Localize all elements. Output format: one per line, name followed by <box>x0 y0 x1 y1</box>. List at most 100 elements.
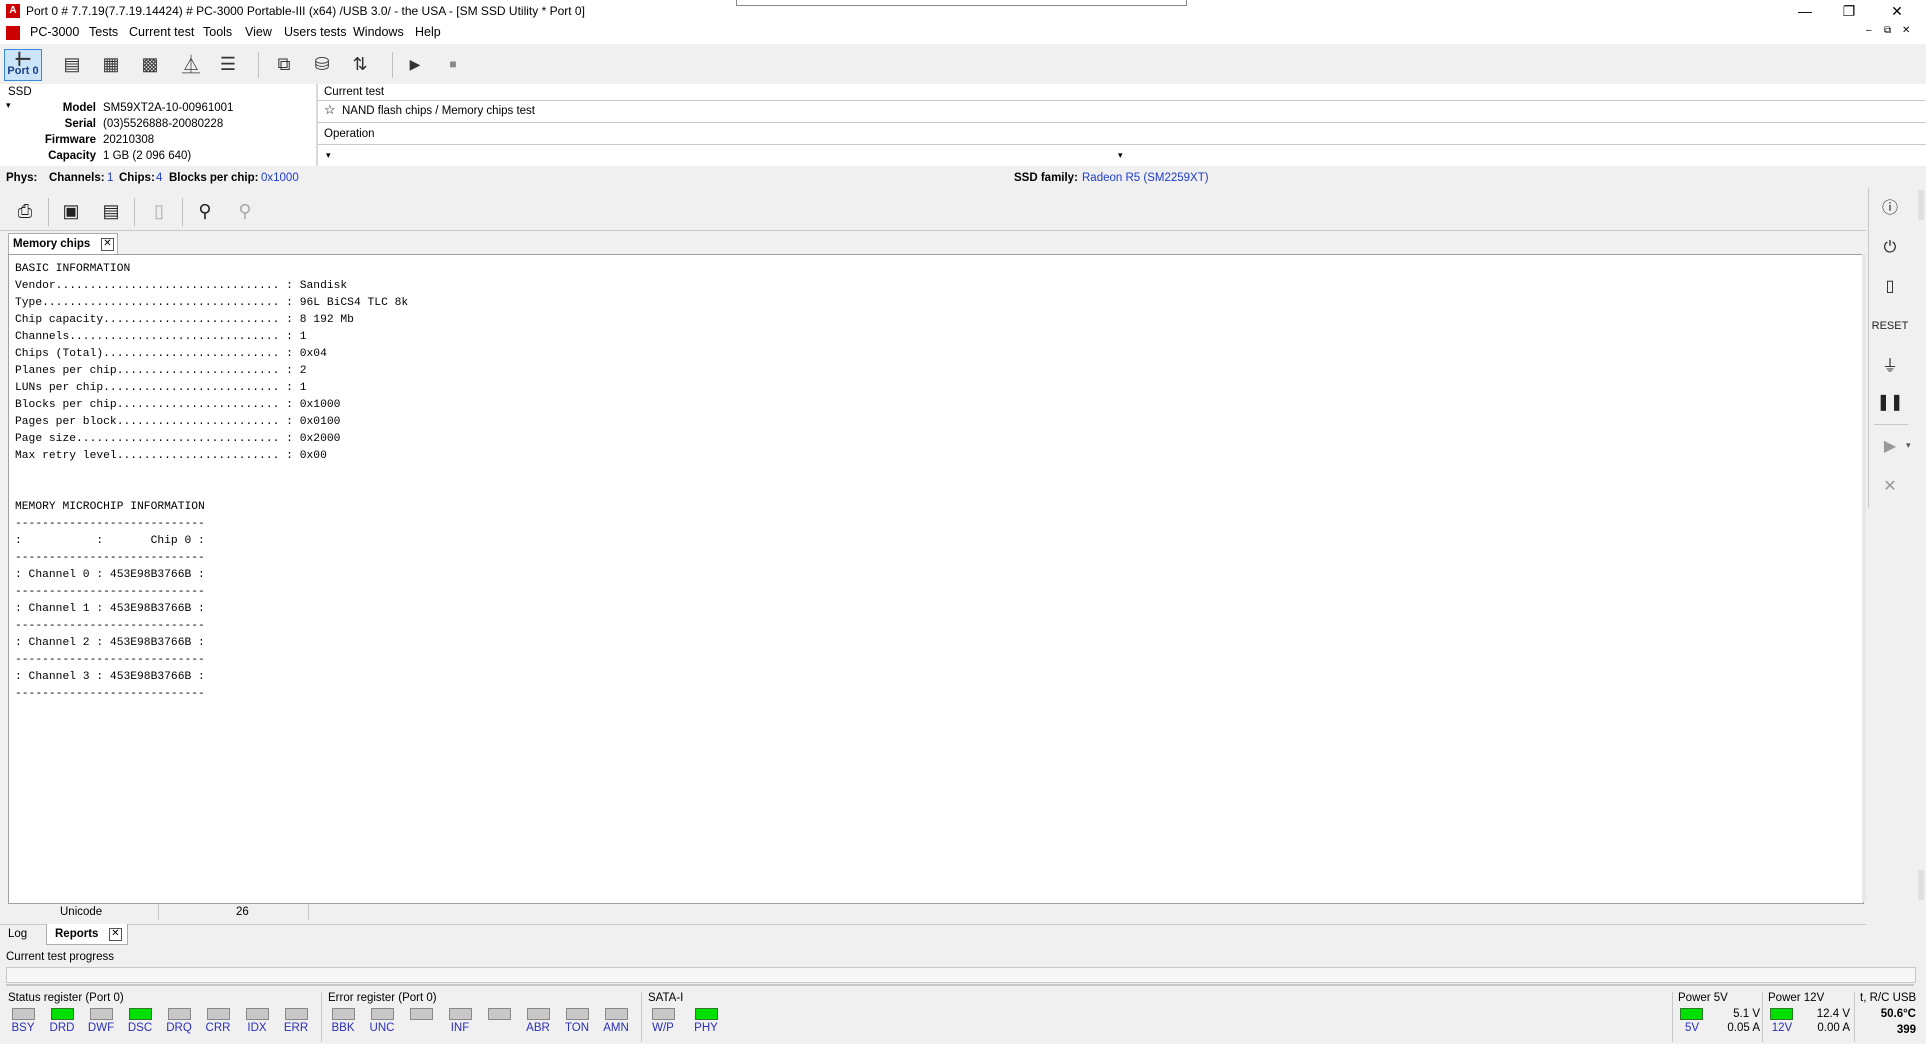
mdi-close-button[interactable]: ✕ <box>1902 25 1910 36</box>
favorite-star-icon[interactable]: ☆ <box>324 102 336 118</box>
mdi-restore-button[interactable]: ⧉ <box>1884 25 1891 36</box>
sort-icon[interactable]: ⇅ <box>344 49 376 79</box>
editor-status-bar: Unicode 26 <box>8 904 1866 922</box>
current-test-label: Current test <box>324 86 385 98</box>
chip-icon[interactable]: ▦ <box>95 49 127 79</box>
clipboard-icon[interactable]: ▯ <box>144 196 174 226</box>
chips-icon[interactable]: ▩ <box>134 49 166 79</box>
power5-led <box>1680 1008 1703 1020</box>
blocks-value: 0x1000 <box>261 172 299 184</box>
save-all-icon[interactable]: ▤ <box>96 196 126 226</box>
app-icon[interactable]: A <box>6 4 20 18</box>
error-register-led-label: INF <box>450 1022 470 1034</box>
power12-voltage: 12.4 V <box>1816 1008 1850 1020</box>
save-icon[interactable]: ▣ <box>56 196 86 226</box>
tab-log[interactable]: Log <box>8 928 27 940</box>
status-register-led <box>207 1008 230 1020</box>
mdi-minimize-button[interactable]: – <box>1866 25 1872 36</box>
sata-title: SATA-I <box>648 992 684 1004</box>
scrollbar-thumb[interactable] <box>1918 190 1924 220</box>
bottom-tabs: Log Reports ✕ <box>0 924 1866 946</box>
chip-run-icon[interactable]: ▶ <box>1876 432 1904 460</box>
status-register-led <box>285 1008 308 1020</box>
status-register-led-label: DWF <box>87 1022 115 1034</box>
drive-info-icon[interactable]: ▤ <box>56 49 88 79</box>
divider <box>0 924 1866 925</box>
error-register-led <box>488 1008 511 1020</box>
divider <box>1854 992 1855 1042</box>
status-register-led-label: IDX <box>247 1022 267 1034</box>
minimize-button[interactable]: — <box>1782 0 1828 22</box>
operation-dropdown-arrow[interactable]: ▾ <box>1118 150 1123 161</box>
report-text: BASIC INFORMATION Vendor................… <box>15 263 409 700</box>
scrollbar-thumb[interactable] <box>1918 870 1924 900</box>
firmware-label: Firmware <box>44 134 96 146</box>
mdi-app-icon[interactable] <box>6 26 20 40</box>
error-register-title: Error register (Port 0) <box>328 992 437 1004</box>
find-next-icon[interactable]: ⚲ <box>230 196 260 226</box>
menu-tools[interactable]: Tools <box>203 25 232 39</box>
serial-value: (03)5526888-20080228 <box>103 118 224 130</box>
reset-icon[interactable]: RESET <box>1872 312 1909 340</box>
error-register-led <box>605 1008 628 1020</box>
ssd-family-value[interactable]: Radeon R5 (SM2259XT) <box>1082 172 1209 184</box>
error-register-led <box>410 1008 433 1020</box>
device-icon[interactable]: ▯ <box>1876 272 1904 300</box>
play-icon[interactable]: ▶ <box>399 49 431 79</box>
restore-button[interactable]: ❐ <box>1826 0 1872 22</box>
power-toggle-icon[interactable]: ⏻ <box>1876 234 1904 262</box>
close-button[interactable]: ✕ <box>1874 0 1920 22</box>
status-register-led <box>246 1008 269 1020</box>
menu-help[interactable]: Help <box>415 25 441 39</box>
divider <box>318 144 1926 145</box>
divider <box>1672 992 1673 1042</box>
port-button[interactable]: ╋━ Port 0 <box>4 49 42 81</box>
scale-icon[interactable]: ⏅ <box>175 49 207 79</box>
menu-pc3000[interactable]: PC-3000 <box>30 25 79 39</box>
tab-label: Reports <box>55 928 99 940</box>
menu-windows[interactable]: Windows <box>353 25 404 39</box>
menu-view[interactable]: View <box>245 25 272 39</box>
copy-icon[interactable]: ⧉ <box>268 49 300 79</box>
chips-label: Chips: <box>119 172 155 184</box>
menu-users-tests[interactable]: Users tests <box>284 25 347 39</box>
toolbar-separator <box>392 52 393 78</box>
phys-row: Phys: Channels: 1 Chips: 4 Blocks per ch… <box>0 170 1926 188</box>
tab-reports[interactable]: Reports ✕ <box>46 924 128 945</box>
operation-dropdown-left[interactable]: ▾ <box>326 150 331 161</box>
divider <box>1762 992 1763 1042</box>
error-register-led-label: BBK <box>331 1022 355 1034</box>
usb-icon[interactable]: ⏚ <box>1876 350 1904 378</box>
menu-current-test[interactable]: Current test <box>129 25 194 39</box>
power5-current: 0.05 A <box>1727 1022 1760 1034</box>
operation-label: Operation <box>324 128 375 140</box>
status-register-led <box>129 1008 152 1020</box>
find-icon[interactable]: ⚲ <box>190 196 220 226</box>
stop-icon[interactable]: ■ <box>437 49 469 79</box>
tab-memory-chips[interactable]: Memory chips ✕ <box>8 233 118 255</box>
power5-voltage: 5.1 V <box>1733 1008 1760 1020</box>
pause-icon[interactable]: ❚❚ <box>1876 388 1904 416</box>
port-icon: ╋━ <box>15 52 31 66</box>
device-info-panel: SSD ▾ Model SM59XT2A-10-00961001 Serial … <box>0 84 316 166</box>
close-icon[interactable]: ✕ <box>101 238 114 251</box>
error-register-led-label: TON <box>564 1022 590 1034</box>
device-type: SSD <box>8 86 32 98</box>
vertical-scrollbar[interactable] <box>1862 254 1866 902</box>
drive-info-icon[interactable]: ⓘ <box>1876 192 1904 220</box>
divider <box>0 230 1866 231</box>
divider <box>641 992 642 1042</box>
current-test-name: NAND flash chips / Memory chips test <box>342 105 536 117</box>
report-text-view[interactable]: BASIC INFORMATION Vendor................… <box>8 254 1864 904</box>
menu-tests[interactable]: Tests <box>89 25 118 39</box>
list-icon[interactable]: ☰ <box>212 49 244 79</box>
status-register-led-label: DRD <box>49 1022 75 1034</box>
disk-icon[interactable]: ⛁ <box>306 49 338 79</box>
tools-icon[interactable]: ✕ <box>1876 472 1904 500</box>
error-register-led-label: AMN <box>603 1022 629 1034</box>
print-icon[interactable]: ⎙ <box>10 196 40 226</box>
status-register-led <box>12 1008 35 1020</box>
toolbar-separator <box>258 52 259 78</box>
chevron-down-icon[interactable]: ▾ <box>1906 440 1911 451</box>
close-icon[interactable]: ✕ <box>109 928 122 941</box>
